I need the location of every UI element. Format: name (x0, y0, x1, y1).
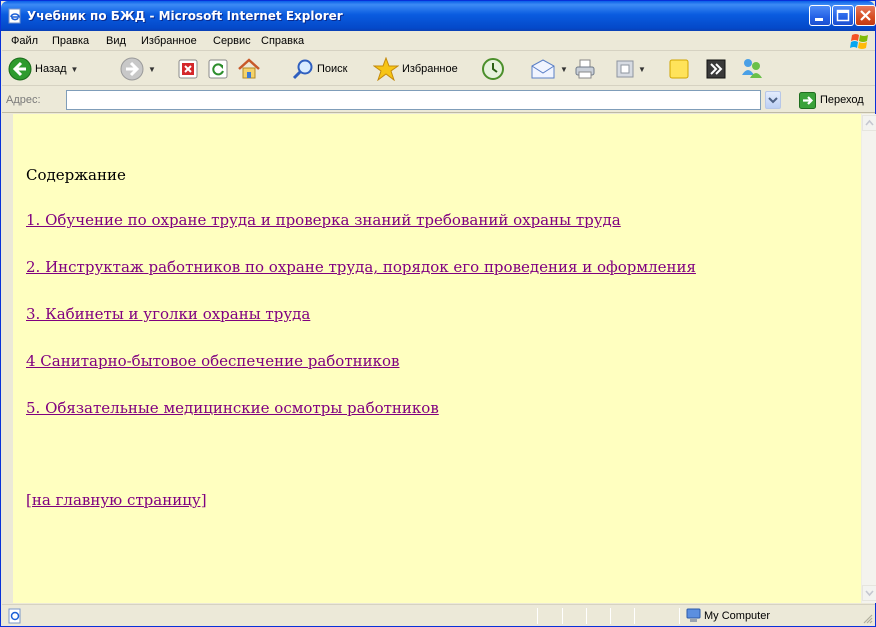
resize-grip-icon[interactable] (862, 613, 873, 624)
toc-link-3[interactable]: 3. Кабинеты и уголки охраны труда (26, 305, 310, 323)
address-dropdown-button[interactable] (765, 91, 781, 109)
address-bar: Адрес: Переход (2, 87, 875, 113)
standard-toolbar: Назад ▼ ▼ Поиск Избранное ▼ ▼ (2, 52, 875, 86)
research-button[interactable] (705, 55, 727, 83)
refresh-icon (208, 59, 228, 79)
close-button[interactable] (855, 5, 876, 26)
chevron-down-icon[interactable]: ▼ (71, 65, 79, 74)
messenger-button[interactable] (739, 55, 765, 83)
maximize-icon (836, 9, 850, 22)
back-button[interactable]: Назад ▼ (8, 55, 78, 83)
address-label: Адрес: (6, 94, 41, 106)
status-separator (610, 608, 611, 624)
status-bar: My Computer (2, 604, 875, 626)
chevron-down-icon[interactable]: ▼ (148, 65, 156, 74)
page-status-icon (8, 608, 21, 624)
search-icon (292, 59, 313, 80)
back-arrow-icon (8, 57, 32, 81)
scroll-down-button[interactable] (862, 585, 876, 601)
toc-link-4[interactable]: 4 Санитарно-бытовое обеспечение работник… (26, 352, 399, 370)
refresh-button[interactable] (208, 55, 228, 83)
menu-file[interactable]: Файл (11, 35, 38, 47)
forward-button[interactable]: ▼ (120, 55, 156, 83)
close-icon (860, 10, 871, 21)
browser-window: Учебник по БЖД - Microsoft Internet Expl… (0, 0, 876, 627)
window-title: Учебник по БЖД - Microsoft Internet Expl… (27, 9, 343, 23)
menu-tools[interactable]: Сервис (213, 35, 251, 47)
menu-bar: Файл Правка Вид Избранное Сервис Справка (2, 31, 875, 51)
go-button[interactable]: Переход (820, 94, 864, 106)
title-bar[interactable]: Учебник по БЖД - Microsoft Internet Expl… (1, 1, 876, 31)
printer-icon (575, 59, 595, 79)
edit-page-icon (616, 60, 634, 78)
vertical-scrollbar[interactable] (861, 114, 876, 603)
note-icon (669, 59, 689, 79)
forward-arrow-icon (120, 57, 144, 81)
edit-button[interactable]: ▼ (616, 55, 646, 83)
menu-favorites[interactable]: Избранное (141, 35, 197, 47)
search-button[interactable]: Поиск (292, 55, 347, 83)
mail-button[interactable]: ▼ (530, 55, 568, 83)
history-button[interactable] (481, 55, 505, 83)
page-heading: Содержание (26, 166, 126, 184)
messenger-people-icon (742, 59, 762, 78)
scroll-up-button[interactable] (862, 115, 876, 131)
minimize-button[interactable] (809, 5, 831, 26)
favorites-button[interactable]: Избранное (373, 55, 458, 83)
ie-page-icon (8, 8, 21, 24)
home-button[interactable] (237, 55, 261, 83)
status-separator (634, 608, 635, 624)
chevron-down-icon[interactable]: ▼ (560, 65, 568, 74)
windows-logo-icon (850, 34, 868, 49)
content-left-border (2, 114, 13, 603)
go-arrow-icon[interactable] (799, 92, 816, 109)
notes-button[interactable] (668, 55, 690, 83)
chevron-up-icon (865, 119, 874, 126)
my-computer-icon (686, 608, 701, 622)
chevron-down-icon[interactable]: ▼ (638, 65, 646, 74)
toc-link-1[interactable]: 1. Обучение по охране труда и проверка з… (26, 211, 621, 229)
page-content: Содержание 1. Обучение по охране труда и… (13, 114, 861, 603)
favorites-star-icon (373, 57, 399, 81)
status-separator (679, 608, 680, 624)
status-separator (562, 608, 563, 624)
address-input[interactable] (66, 90, 761, 110)
print-button[interactable] (574, 55, 596, 83)
history-clock-icon (482, 58, 504, 80)
favorites-label: Избранное (402, 63, 458, 75)
status-separator (537, 608, 538, 624)
maximize-button[interactable] (832, 5, 854, 26)
mail-envelope-icon (531, 59, 555, 79)
menu-edit[interactable]: Правка (52, 35, 89, 47)
toc-link-5[interactable]: 5. Обязательные медицинские осмотры рабо… (26, 399, 439, 417)
home-page-link[interactable]: [на главную страницу] (26, 491, 207, 509)
stop-button[interactable] (178, 55, 198, 83)
security-zone-label: My Computer (704, 610, 771, 622)
toc-link-2[interactable]: 2. Инструктаж работников по охране труда… (26, 258, 696, 276)
chevron-down-icon (865, 590, 874, 597)
menu-help[interactable]: Справка (261, 35, 304, 47)
stop-icon (178, 59, 198, 79)
home-icon (238, 58, 260, 79)
back-label: Назад (35, 63, 67, 75)
minimize-icon (815, 18, 823, 21)
chevron-down-icon (768, 97, 778, 104)
status-separator (586, 608, 587, 624)
search-label: Поиск (317, 63, 348, 75)
menu-view[interactable]: Вид (106, 35, 126, 47)
research-book-icon (706, 59, 726, 79)
